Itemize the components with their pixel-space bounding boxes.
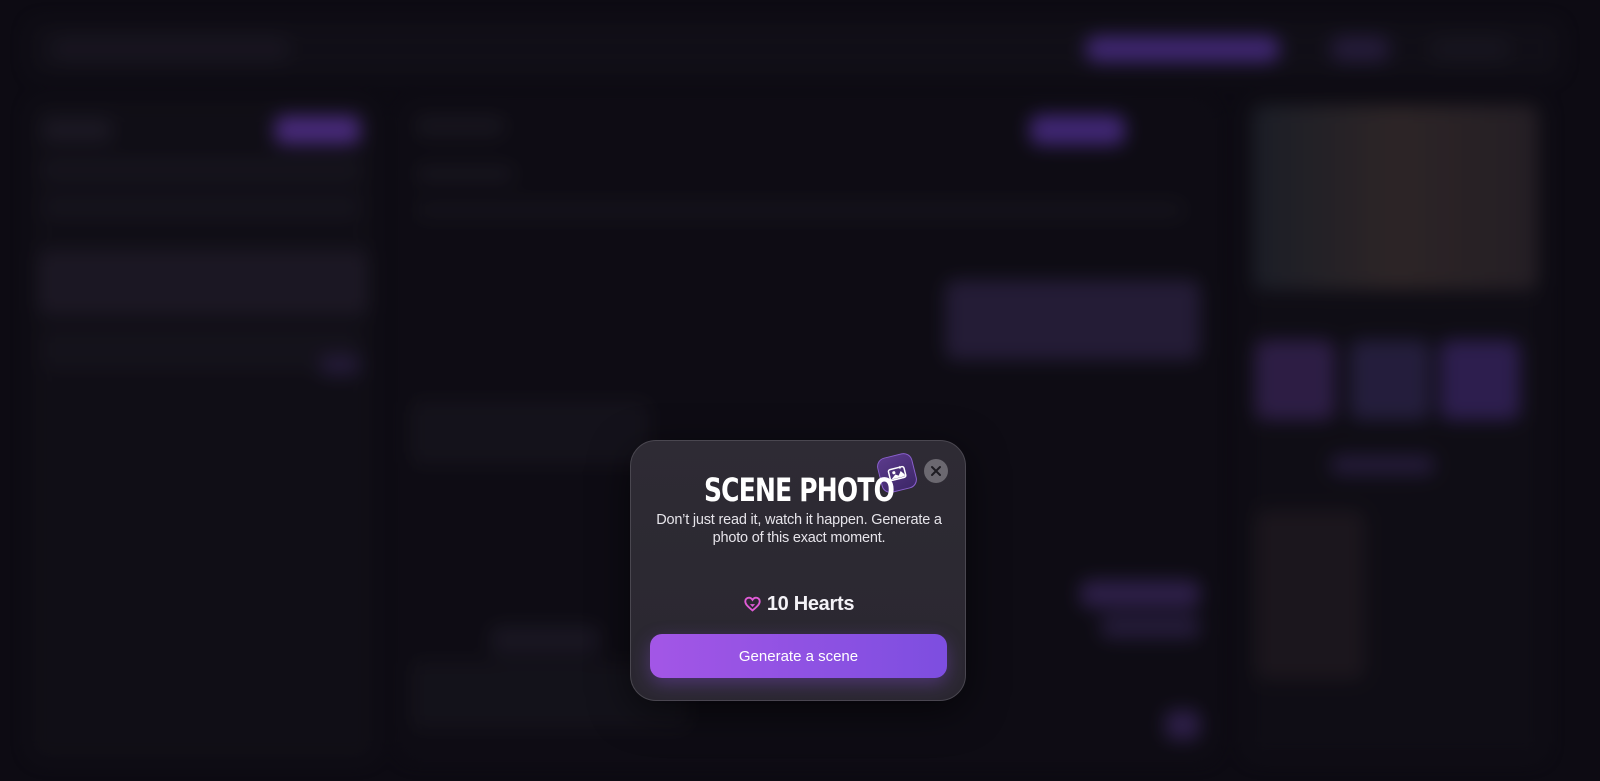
generate-scene-button[interactable]: Generate a scene xyxy=(650,634,947,678)
cost-row: 10 Hearts xyxy=(631,593,967,616)
scene-photo-modal: SCENE PHOTO Don’t just read it, watch it… xyxy=(630,440,966,701)
close-icon xyxy=(931,466,941,476)
modal-description: Don’t just read it, watch it happen. Gen… xyxy=(656,512,942,546)
modal-title: SCENE PHOTO xyxy=(703,471,895,509)
heart-icon xyxy=(744,596,761,612)
cost-label: 10 Hearts xyxy=(766,593,855,615)
